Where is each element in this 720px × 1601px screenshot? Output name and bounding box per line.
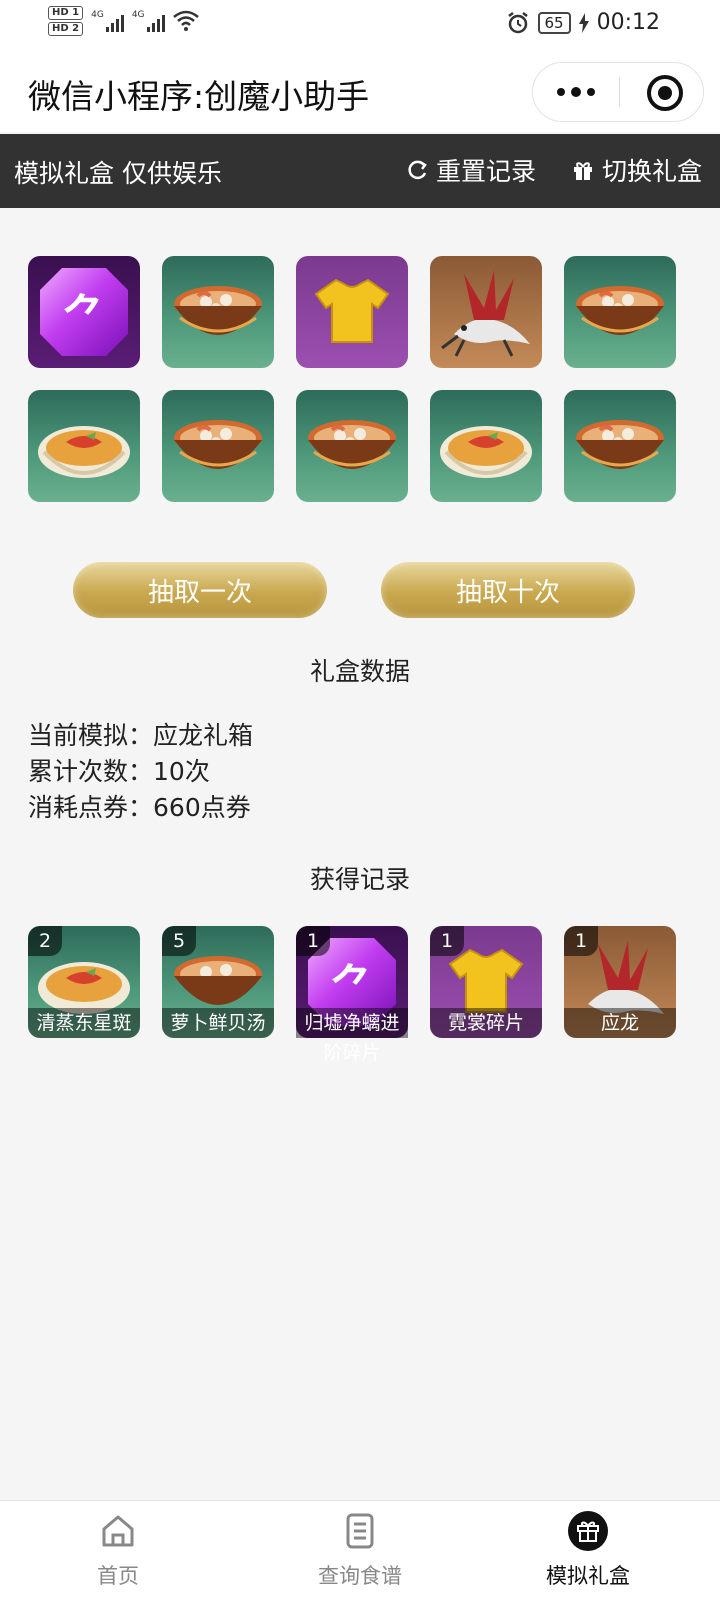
- switch-giftbox-button[interactable]: 切换礼盒: [572, 152, 702, 188]
- tab-recipes-label: 查询食谱: [318, 1564, 402, 1588]
- hd2-badge: HD 2: [48, 22, 84, 36]
- recipe-list-icon: [346, 1513, 374, 1549]
- shirt-icon: [448, 948, 524, 1013]
- record-count: 1: [296, 926, 330, 956]
- record-count: 2: [28, 926, 62, 956]
- dot-icon: [557, 88, 565, 96]
- records-title: 获得记录: [309, 865, 410, 894]
- bottom-tabbar: 首页 查询食谱 模拟礼盒: [0, 1500, 720, 1601]
- record-thumb: 1 应龙: [564, 926, 676, 1038]
- tab-giftbox[interactable]: 模拟礼盒: [513, 1511, 663, 1590]
- draw-count-row: 累计次数：10次: [28, 757, 210, 786]
- fish-dish-icon: [38, 426, 130, 478]
- soup-item: [296, 390, 408, 502]
- record-count: 1: [564, 926, 598, 956]
- alarm-icon: [507, 11, 528, 33]
- record-item: 5 萝卜鲜贝汤: [162, 926, 274, 1038]
- wifi-icon: [172, 10, 199, 31]
- record-name: 清蒸东星斑: [28, 1008, 140, 1038]
- reset-label: 重置记录: [436, 157, 537, 186]
- close-miniprogram-button[interactable]: [647, 75, 683, 111]
- record-name: 应龙: [564, 1008, 676, 1038]
- draw-ten-button[interactable]: 抽取十次: [381, 562, 635, 618]
- fish-dish-item: [28, 390, 140, 502]
- current-sim-row: 当前模拟：应龙礼箱: [28, 721, 254, 750]
- page-title: 微信小程序:创魔小助手: [28, 77, 370, 116]
- soup-bowl-icon: [174, 420, 262, 469]
- gift-icon: [574, 162, 592, 180]
- switch-label: 切换礼盒: [602, 157, 703, 186]
- giftbox-stats: 当前模拟：应龙礼箱 累计次数：10次 消耗点券：660点券: [28, 718, 253, 826]
- record-thumb: 2 清蒸东星斑: [28, 926, 140, 1038]
- record-item: ⺈ 1 归墟净螭进阶碎片: [296, 926, 408, 1068]
- record-name: 霓裳碎片: [430, 1008, 542, 1038]
- status-right: 65 00:12: [506, 10, 660, 35]
- soup-bowl-icon: [576, 420, 664, 469]
- hd1-badge: HD 1: [48, 6, 84, 20]
- tab-giftbox-label: 模拟礼盒: [546, 1564, 630, 1588]
- record-item: 2 清蒸东星斑: [28, 926, 140, 1038]
- signal-area: HD 1 HD 2 4G 4G: [48, 6, 199, 36]
- draw-results-grid: ⺈: [28, 256, 708, 502]
- charging-icon: [578, 12, 589, 33]
- soup-item: [564, 390, 676, 502]
- tab-home[interactable]: 首页: [43, 1511, 193, 1590]
- draw-once-button[interactable]: 抽取一次: [73, 562, 327, 618]
- dragon-item: [430, 256, 542, 368]
- cost-row: 消耗点券：660点券: [28, 793, 251, 822]
- reset-records-button[interactable]: 重置记录: [406, 152, 536, 188]
- record-item: 1 霓裳碎片: [430, 926, 542, 1038]
- record-thumb: 1 霓裳碎片: [430, 926, 542, 1038]
- tab-recipes[interactable]: 查询食谱: [285, 1511, 435, 1590]
- status-bar: HD 1 HD 2 4G 4G 65 00:12: [0, 0, 720, 52]
- soup-item: [564, 256, 676, 368]
- dot-icon: [587, 88, 595, 96]
- gift-icon: [568, 1511, 608, 1551]
- title-bar: 微信小程序:创魔小助手: [0, 52, 720, 132]
- soup-item: [162, 256, 274, 368]
- battery-level: 65: [537, 11, 571, 34]
- refresh-icon: [408, 160, 427, 180]
- clock-time: 00:12: [596, 10, 660, 35]
- capsule-divider: [619, 77, 620, 107]
- giftbox-header: 模拟礼盒 仅供娱乐 重置记录 切换礼盒: [0, 134, 720, 208]
- records-list: 2 清蒸东星斑 5 萝卜鲜贝汤 ⺈ 1 归墟净螭进阶碎片 1 霓裳碎片 1 应龙: [28, 926, 676, 1068]
- home-icon: [102, 1515, 134, 1547]
- fish-dish-item: [430, 390, 542, 502]
- record-thumb: ⺈ 1 归墟净螭进阶碎片: [296, 926, 408, 1068]
- shirt-item: [296, 256, 408, 368]
- record-item: 1 应龙: [564, 926, 676, 1038]
- giftbox-data-title: 礼盒数据: [309, 657, 410, 686]
- shirt-icon: [314, 278, 390, 343]
- soup-bowl-icon: [308, 420, 396, 469]
- record-name: 归墟净螭进阶碎片: [296, 1008, 408, 1068]
- gem-item: ⺈: [28, 256, 140, 368]
- fish-dish-icon: [440, 426, 532, 478]
- soup-item: [162, 390, 274, 502]
- signal-2-icon: 4G: [132, 10, 165, 32]
- tab-home-label: 首页: [97, 1564, 139, 1588]
- record-thumb: 5 萝卜鲜贝汤: [162, 926, 274, 1038]
- menu-capsule: [532, 62, 704, 122]
- more-button[interactable]: [533, 63, 619, 121]
- header-title: 模拟礼盒 仅供娱乐: [14, 159, 222, 188]
- dragon-icon: [441, 270, 530, 357]
- gem-icon: ⺈: [40, 268, 128, 356]
- soup-bowl-icon: [576, 286, 664, 335]
- soup-bowl-icon: [174, 286, 262, 335]
- record-name: 萝卜鲜贝汤: [162, 1008, 274, 1038]
- signal-1-icon: 4G: [91, 10, 124, 32]
- record-count: 1: [430, 926, 464, 956]
- record-count: 5: [162, 926, 196, 956]
- dot-icon: [571, 87, 581, 97]
